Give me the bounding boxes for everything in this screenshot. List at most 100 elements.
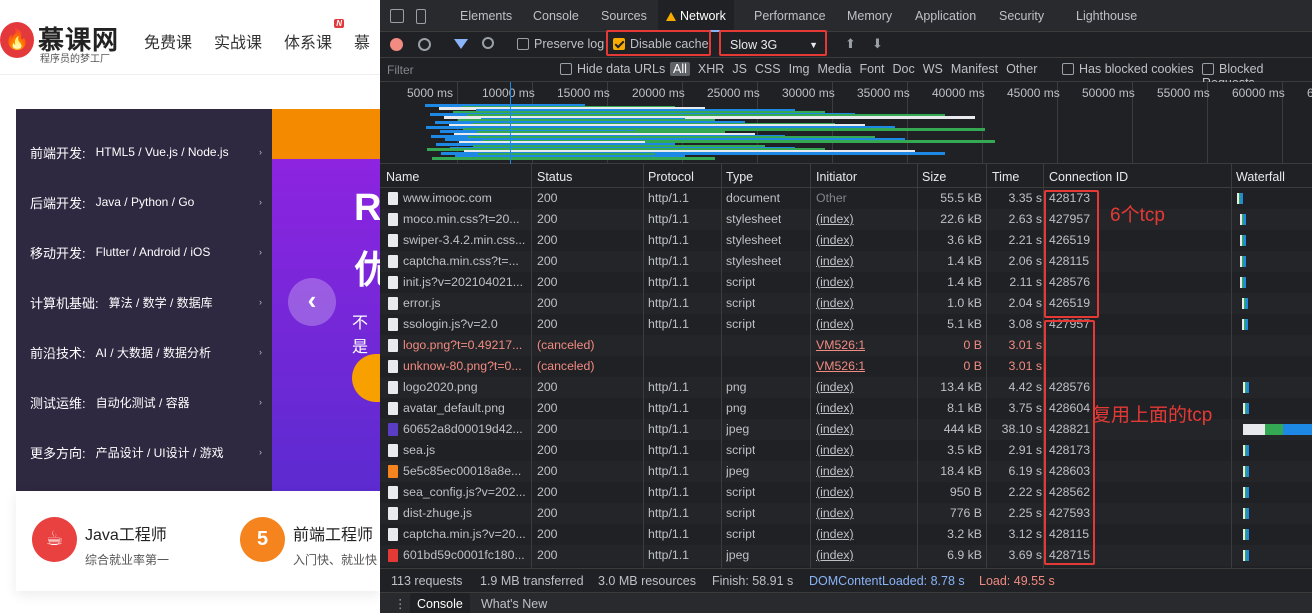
col-initiator[interactable]: Initiator <box>816 170 857 184</box>
filter-type-manifest[interactable]: Manifest <box>951 62 998 76</box>
blocked-cookies-checkbox[interactable]: Has blocked cookies <box>1062 62 1194 76</box>
row-time: 38.10 s <box>1001 422 1042 436</box>
row-status: 200 <box>537 527 558 541</box>
row-initiator[interactable]: (index) <box>816 422 854 436</box>
filter-type-css[interactable]: CSS <box>755 62 781 76</box>
row-initiator[interactable]: (index) <box>816 527 854 541</box>
filter-type-other[interactable]: Other <box>1006 62 1037 76</box>
menu-item[interactable]: 测试运维: 自动化测试 / 容器 › <box>16 377 272 427</box>
table-row[interactable]: 5e5c85ec00018a8e... 200 http/1.1 jpeg (index… <box>380 461 1312 482</box>
filter-input[interactable]: Filter <box>387 63 414 77</box>
row-initiator[interactable]: (index) <box>816 254 854 268</box>
tab-sources[interactable]: Sources <box>601 0 647 32</box>
site-header: 🔥 慕课网 程序员的梦工厂 免费课 实战课 体系课 N 慕 <box>0 0 380 75</box>
table-row[interactable]: dist-zhuge.js 200 http/1.1 script (index) 776… <box>380 503 1312 524</box>
network-overview-timeline[interactable]: 5000 ms 10000 ms 15000 ms 20000 ms 25000 ms 3… <box>380 82 1312 164</box>
row-initiator[interactable]: VM526:1 <box>816 359 865 373</box>
row-initiator[interactable]: (index) <box>816 380 854 394</box>
device-toolbar-icon[interactable] <box>416 9 426 24</box>
table-row[interactable]: moco.min.css?t=20... 200 http/1.1 styleshee… <box>380 209 1312 230</box>
menu-item[interactable]: 前端开发: HTML5 / Vue.js / Node.js › <box>16 127 272 177</box>
summary-transferred: 1.9 MB transferred <box>480 574 584 588</box>
col-time[interactable]: Time <box>992 170 1019 184</box>
filter-icon[interactable] <box>454 39 468 49</box>
row-initiator[interactable]: (index) <box>816 401 854 415</box>
filter-type-js[interactable]: JS <box>732 62 747 76</box>
search-icon[interactable] <box>482 37 494 49</box>
flame-icon[interactable]: 🔥 <box>0 22 34 58</box>
table-row[interactable]: 601bd59c0001fc180... 200 http/1.1 jpeg (inde… <box>380 545 1312 566</box>
tab-network[interactable]: Network <box>658 0 734 32</box>
table-row[interactable]: sea.js 200 http/1.1 script (index) 3.5 kB 2.91… <box>380 440 1312 461</box>
banner-prev-button[interactable]: ‹ <box>288 278 336 326</box>
filter-type-xhr[interactable]: XHR <box>698 62 724 76</box>
tab-performance[interactable]: Performance <box>754 0 826 32</box>
row-initiator[interactable]: (index) <box>816 275 854 289</box>
export-har-icon[interactable]: ⬇ <box>872 36 883 52</box>
col-connection-id[interactable]: Connection ID <box>1049 170 1128 184</box>
table-row[interactable]: error.js 200 http/1.1 script (index) 1.0 kB 2.… <box>380 293 1312 314</box>
menu-item[interactable]: 移动开发: Flutter / Android / iOS › <box>16 227 272 277</box>
row-initiator[interactable]: (index) <box>816 464 854 478</box>
filter-type-media[interactable]: Media <box>817 62 851 76</box>
drawer-tab-console[interactable]: Console <box>410 593 470 613</box>
drawer-menu-icon[interactable]: ⋮ <box>394 596 407 611</box>
nav-practical-courses[interactable]: 实战课 <box>214 29 262 53</box>
inspect-element-icon[interactable] <box>390 9 404 23</box>
drawer-tab-whats-new[interactable]: What's New <box>481 597 547 611</box>
filter-all[interactable]: All <box>670 62 690 76</box>
table-row[interactable]: logo2020.png 200 http/1.1 png (index) 13.4 kB… <box>380 377 1312 398</box>
filter-type-font[interactable]: Font <box>860 62 885 76</box>
col-name[interactable]: Name <box>386 170 419 184</box>
table-row[interactable]: swiper-3.4.2.min.css... 200 http/1.1 styles… <box>380 230 1312 251</box>
nav-more[interactable]: 慕 <box>354 29 370 53</box>
table-row[interactable]: captcha.min.css?t=... 200 http/1.1 styleshe… <box>380 251 1312 272</box>
filter-type-ws[interactable]: WS <box>923 62 943 76</box>
col-protocol[interactable]: Protocol <box>648 170 694 184</box>
row-name: init.js?v=202104021... <box>403 275 523 289</box>
table-row[interactable]: unknow-80.png?t=0... (canceled) VM526:1 0 B… <box>380 356 1312 377</box>
nav-free-courses[interactable]: 免费课 <box>144 29 192 53</box>
row-protocol: http/1.1 <box>648 401 690 415</box>
table-row[interactable]: captcha.min.js?v=20... 200 http/1.1 script (… <box>380 524 1312 545</box>
import-har-icon[interactable]: ⬆ <box>845 36 856 52</box>
record-icon[interactable] <box>390 38 403 51</box>
table-row[interactable]: ssologin.js?v=2.0 200 http/1.1 script (index… <box>380 314 1312 335</box>
banner-cta-button[interactable] <box>352 354 380 402</box>
preserve-log-checkbox[interactable]: Preserve log <box>517 37 604 51</box>
row-initiator[interactable]: (index) <box>816 485 854 499</box>
col-type[interactable]: Type <box>726 170 753 184</box>
filter-type-doc[interactable]: Doc <box>893 62 915 76</box>
menu-item[interactable]: 计算机基础: 算法 / 数学 / 数据库 › <box>16 277 272 327</box>
col-status[interactable]: Status <box>537 170 572 184</box>
row-initiator[interactable]: (index) <box>816 317 854 331</box>
row-initiator[interactable]: (index) <box>816 443 854 457</box>
tab-application[interactable]: Application <box>915 0 976 32</box>
clear-icon[interactable] <box>418 38 431 51</box>
course-card-java[interactable]: ☕ Java工程师 综合就业率第一 <box>32 517 169 568</box>
menu-item[interactable]: 后端开发: Java / Python / Go › <box>16 177 272 227</box>
hide-data-urls-checkbox[interactable]: Hide data URLs <box>560 62 665 76</box>
tab-memory[interactable]: Memory <box>847 0 892 32</box>
table-row[interactable]: www.imooc.com 200 http/1.1 document Other 55.… <box>380 188 1312 209</box>
tab-console[interactable]: Console <box>533 0 579 32</box>
menu-item[interactable]: 前沿技术: AI / 大数据 / 数据分析 › <box>16 327 272 377</box>
table-row[interactable]: init.js?v=202104021... 200 http/1.1 script (… <box>380 272 1312 293</box>
row-initiator[interactable]: (index) <box>816 506 854 520</box>
col-size[interactable]: Size <box>922 170 946 184</box>
row-initiator[interactable]: (index) <box>816 212 854 226</box>
tab-lighthouse[interactable]: Lighthouse <box>1076 0 1137 32</box>
course-card-frontend[interactable]: 5 前端工程师 入门快、就业快 <box>240 517 377 568</box>
table-row[interactable]: logo.png?t=0.49217... (canceled) VM526:1 0 … <box>380 335 1312 356</box>
row-initiator[interactable]: (index) <box>816 233 854 247</box>
tab-security[interactable]: Security <box>999 0 1044 32</box>
nav-system-courses[interactable]: 体系课 N <box>284 19 345 53</box>
table-row[interactable]: sea_config.js?v=202... 200 http/1.1 script (… <box>380 482 1312 503</box>
menu-item[interactable]: 更多方向: 产品设计 / UI设计 / 游戏 › <box>16 427 272 477</box>
row-initiator[interactable]: VM526:1 <box>816 338 865 352</box>
row-initiator[interactable]: (index) <box>816 548 854 562</box>
row-initiator[interactable]: (index) <box>816 296 854 310</box>
tab-elements[interactable]: Elements <box>460 0 512 32</box>
filter-type-img[interactable]: Img <box>789 62 810 76</box>
col-waterfall[interactable]: Waterfall <box>1236 170 1285 184</box>
